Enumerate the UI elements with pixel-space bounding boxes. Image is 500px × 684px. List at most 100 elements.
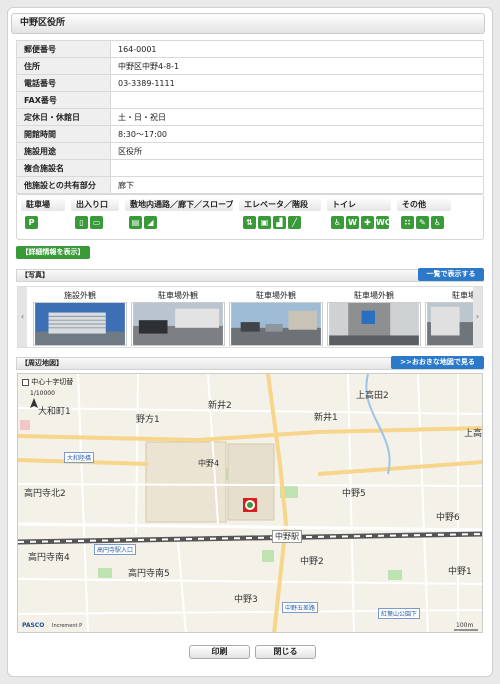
photo-item[interactable]: 駐車場外観 <box>228 290 324 346</box>
map-label: 中野3 <box>234 595 258 605</box>
elevator-wheelchair-icon[interactable]: ▣ <box>258 216 271 229</box>
page-title: 中野区役所 <box>11 13 485 34</box>
checkbox-icon[interactable] <box>22 378 29 386</box>
facility-info-table: 郵便番号 164-0001 住所 中野区中野4-8-1 電話番号 03-3389-11… <box>16 40 484 194</box>
parking-exterior-photo <box>327 302 421 346</box>
facility-category-parking: 駐車場 P <box>21 199 65 229</box>
accessible-toilet-icon[interactable]: ♿ <box>331 216 344 229</box>
map-label: 上高 <box>464 429 483 439</box>
ostomate-toilet-icon[interactable]: ✚ <box>361 216 374 229</box>
photo-item[interactable]: 施設外観 <box>32 290 128 346</box>
info-key: 住所 <box>16 57 111 75</box>
open-large-map-button[interactable]: >>おおきな地図で見る <box>391 356 484 369</box>
map-brand-sub: Increment P <box>52 623 83 629</box>
photo-prev-arrow-icon[interactable]: ‹ <box>18 287 27 347</box>
intersection-label: 中野五差路 <box>282 602 319 613</box>
building-exterior-photo <box>33 302 127 346</box>
info-value: 164-0001 <box>110 40 484 58</box>
info-value: 03-3389-1111 <box>110 74 484 92</box>
photos-section-label: 【写真】 <box>21 271 49 279</box>
intersection-label: 紅葉山公園下 <box>378 608 421 619</box>
photo-caption: 駐車場外観 <box>354 291 394 300</box>
facility-category-label: トイレ <box>327 199 391 211</box>
parking-exterior-photo <box>131 302 225 346</box>
map-label: 上高田2 <box>356 391 389 401</box>
facility-category-label: エレベータ／階段 <box>239 199 321 211</box>
table-row: 施設用途 区役所 <box>16 142 484 160</box>
info-value <box>110 91 484 109</box>
info-key: 定休日・休館日 <box>16 108 111 126</box>
photo-item[interactable]: 駐車場外観 <box>130 290 226 346</box>
close-button[interactable]: 閉じる <box>255 645 316 659</box>
info-value: 廊下 <box>110 176 484 194</box>
info-key: 施設用途 <box>16 142 111 160</box>
photo-caption: 駐車場外観 <box>158 291 198 300</box>
map-label: 新井2 <box>208 401 232 411</box>
facility-category-other: その他 ∷ ✎ ♿ <box>397 199 451 229</box>
facility-category-elevator: エレベータ／階段 ⇅ ▣ ▟ ╱ <box>239 199 321 229</box>
table-row: 定休日・休館日 土・日・祝日 <box>16 108 484 126</box>
info-key: 郵便番号 <box>16 40 111 58</box>
info-value <box>110 159 484 177</box>
automatic-door-icon[interactable]: ▯ <box>75 216 88 229</box>
map-label: 高円寺南4 <box>28 553 70 563</box>
handrail-icon[interactable]: ╱ <box>288 216 301 229</box>
facility-category-label: 駐車場 <box>21 199 65 211</box>
elevator-icon[interactable]: ⇅ <box>243 216 256 229</box>
accessibility-facilities-box: 駐車場 P 出入り口 ▯ ▭ 敷地内通路／廊下／スロープ ▤ ◢ エレベータ／階段 … <box>16 194 484 240</box>
map-label: 中野5 <box>342 489 366 499</box>
braille-block-icon[interactable]: ∷ <box>401 216 414 229</box>
info-key: 複合施設名 <box>16 159 111 177</box>
map-label: 高円寺南5 <box>128 569 170 579</box>
facility-category-label: 出入り口 <box>71 199 119 211</box>
table-row: 住所 中野区中野4-8-1 <box>16 57 484 75</box>
stairs-icon[interactable]: ▟ <box>273 216 286 229</box>
wheelchair-icon[interactable]: ♿ <box>431 216 444 229</box>
center-cross-toggle[interactable]: 中心十字切替 <box>22 377 73 387</box>
facility-category-label: 敷地内通路／廊下／スロープ <box>125 199 233 211</box>
info-value: 区役所 <box>110 142 484 160</box>
print-button[interactable]: 印刷 <box>189 645 250 659</box>
info-key: 開館時間 <box>16 125 111 143</box>
map-scale-ratio: 1/10000 <box>30 390 55 397</box>
passage-icon[interactable]: ▤ <box>129 216 142 229</box>
map-label: 高円寺北2 <box>24 489 66 499</box>
show-detail-button[interactable]: 【詳細情報を表示】 <box>16 246 90 259</box>
baby-toilet-icon[interactable]: WC <box>376 216 391 229</box>
wheelchair-parking-icon[interactable]: P <box>25 216 38 229</box>
photo-next-arrow-icon[interactable]: › <box>473 287 482 347</box>
surrounding-map[interactable]: 中心十字切替 1/10000 大和町1 野方1 新井2 新井1 上高田2 上高 … <box>17 373 483 633</box>
entrance-door-icon[interactable]: ▭ <box>90 216 103 229</box>
table-row: 複合施設名 <box>16 159 484 177</box>
intersection-label: 高円寺駅入口 <box>94 544 137 555</box>
map-label: 大和町1 <box>38 407 71 417</box>
table-row: 郵便番号 164-0001 <box>16 40 484 58</box>
info-value: 8:30～17:00 <box>110 125 484 143</box>
map-label: 中野4 <box>198 459 220 468</box>
map-label: 野方1 <box>136 415 160 425</box>
info-key: 他施設との共有部分 <box>16 176 111 194</box>
table-row: 他施設との共有部分 廊下 <box>16 176 484 194</box>
photo-caption: 駐車場外観 <box>256 291 296 300</box>
slope-icon[interactable]: ◢ <box>144 216 157 229</box>
table-row: 電話番号 03-3389-1111 <box>16 74 484 92</box>
map-label: 中野6 <box>436 513 460 523</box>
assistance-icon[interactable]: ✎ <box>416 216 429 229</box>
photos-section-header: 【写真】 <box>16 269 484 282</box>
info-key: 電話番号 <box>16 74 111 92</box>
parking-exterior-photo <box>229 302 323 346</box>
table-row: FAX番号 <box>16 91 484 109</box>
info-value: 土・日・祝日 <box>110 108 484 126</box>
intersection-label: 大和陸橋 <box>64 452 95 463</box>
facility-category-passage: 敷地内通路／廊下／スロープ ▤ ◢ <box>125 199 233 229</box>
photo-carousel: ‹ 施設外観 駐車場外観 駐車場外観 駐車場外観 駐車場外観 › <box>17 286 483 348</box>
facility-category-label: その他 <box>397 199 451 211</box>
map-scale-bar-label: 100m <box>456 622 474 629</box>
photo-caption: 施設外観 <box>64 291 96 300</box>
facility-category-toilet: トイレ ♿ W ✚ WC <box>327 199 391 229</box>
multipurpose-toilet-icon[interactable]: W <box>346 216 359 229</box>
photo-item[interactable]: 駐車場外観 <box>326 290 422 346</box>
show-all-photos-button[interactable]: 一覧で表示する <box>418 268 484 281</box>
map-label: 中野1 <box>448 567 472 577</box>
station-label: 中野駅 <box>272 530 302 543</box>
